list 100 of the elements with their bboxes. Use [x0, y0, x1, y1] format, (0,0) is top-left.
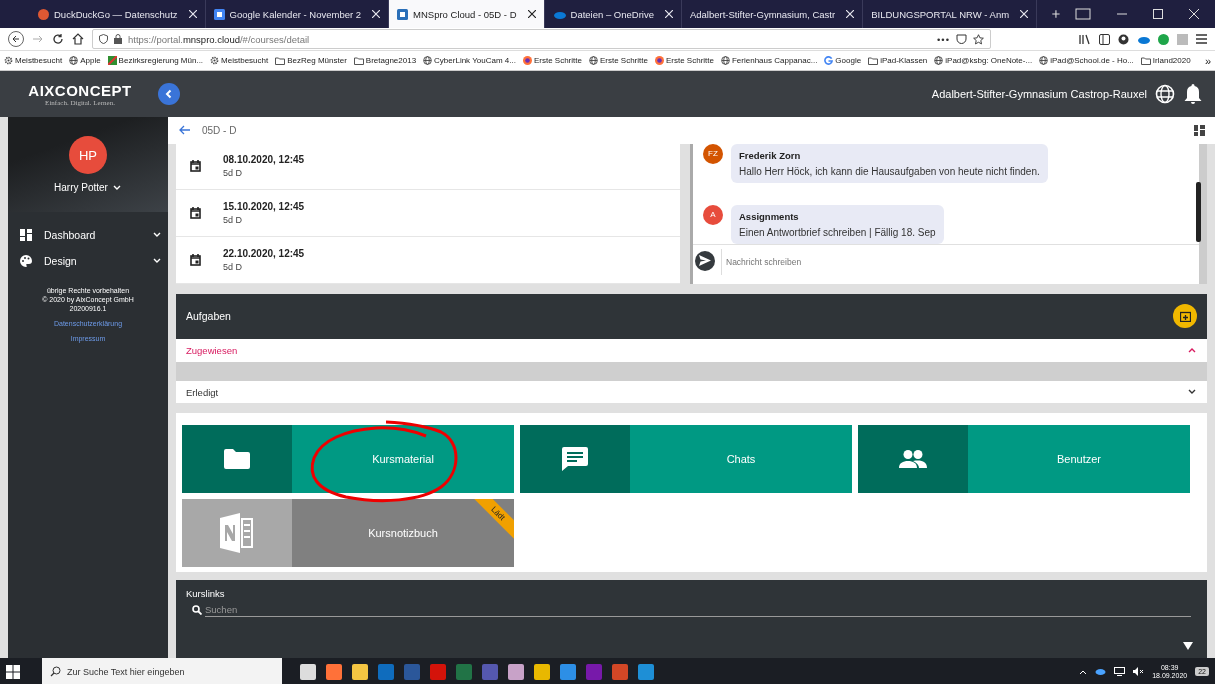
folder-icon — [353, 56, 364, 65]
maximize-icon[interactable] — [1153, 9, 1163, 19]
event-group: 5d D — [223, 168, 305, 179]
bookmark-link[interactable]: Google — [824, 56, 862, 65]
firefox-logo-icon — [522, 56, 532, 65]
more-bookmarks-button[interactable]: » — [1204, 54, 1211, 67]
network-icon[interactable] — [1114, 667, 1126, 676]
bookmark-link[interactable]: Bretagne2013 — [353, 56, 417, 65]
course-tile[interactable]: Kursmaterial — [182, 425, 514, 494]
message-author: Frederik Zorn — [739, 149, 802, 161]
sender-avatar: FZ — [703, 143, 723, 164]
bookmark-link[interactable]: iPad@ksbg: OneNote-... — [934, 56, 1033, 65]
back-arrow-icon — [178, 125, 190, 136]
app-icon[interactable] — [560, 663, 576, 680]
app-icon[interactable] — [508, 663, 524, 680]
palette-icon — [20, 255, 32, 267]
account-icon[interactable] — [1118, 33, 1129, 45]
browser-tab[interactable]: DuckDuckGo — Datenschutz — [30, 0, 206, 28]
duck-logo-icon — [38, 8, 49, 20]
globe-icon — [720, 56, 730, 65]
send-button[interactable] — [695, 250, 715, 271]
close-icon[interactable] — [527, 10, 536, 18]
message-author: Assignments — [739, 210, 800, 222]
chevron-up-icon[interactable] — [1079, 668, 1088, 675]
message-text: Hallo Herr Höck, ich kann die Hausaufgaben von heute nicht finden. — [739, 165, 1040, 177]
collapse-sidebar-button[interactable] — [158, 83, 180, 105]
course-tile[interactable]: Chats — [520, 425, 852, 494]
pocket-icon[interactable] — [956, 34, 967, 44]
course-links-title: Kurslinks — [186, 588, 226, 600]
globe-icon[interactable] — [1155, 84, 1175, 104]
calendar-icon — [213, 8, 225, 20]
app-icon[interactable] — [352, 663, 368, 680]
search-icon — [50, 666, 61, 677]
message-text: Einen Antwortbrief schreiben | Fällig 18. Sep — [739, 226, 936, 238]
calendar-icon — [190, 207, 201, 220]
task-section-header[interactable]: Zugewiesen — [176, 339, 1207, 362]
globe-icon — [1039, 56, 1049, 65]
bookmark-link[interactable]: Irland2020 — [1140, 56, 1191, 65]
speaker-muted-icon[interactable] — [1133, 667, 1145, 676]
bookmark-link[interactable]: Erste Schritte — [654, 56, 714, 65]
bell-icon[interactable] — [1183, 83, 1203, 105]
dropdown-arrow-icon[interactable] — [1183, 642, 1193, 650]
address-bar[interactable]: https://portal.mnspro.cloud/#/courses/detail ••• — [92, 29, 991, 49]
home-icon[interactable] — [72, 33, 84, 45]
app-icon[interactable] — [534, 663, 550, 680]
bookmark-link[interactable]: Erste Schritte — [522, 56, 582, 65]
search-field[interactable]: Suchen — [205, 603, 1191, 618]
sender-avatar: A — [703, 204, 723, 225]
taskbar-search-field[interactable]: Zur Suche Text hier eingeben — [42, 658, 282, 684]
library-icon[interactable] — [1079, 33, 1091, 45]
bookmark-link[interactable]: Ferienhaus Cappanac... — [720, 56, 818, 65]
add-task-button[interactable] — [1173, 304, 1197, 329]
reload-icon[interactable] — [52, 33, 64, 45]
chat-bubble-icon — [562, 447, 588, 472]
bookmark-link[interactable]: CyberLink YouCam 4... — [423, 56, 516, 65]
app-icon[interactable] — [300, 663, 316, 680]
calendar-icon — [190, 160, 201, 173]
folder-icon — [275, 56, 286, 65]
browser-tab[interactable]: Adalbert-Stifter-Gymnasium, Castr — [681, 0, 864, 28]
cloud-icon[interactable] — [1095, 668, 1107, 675]
bookmark-link[interactable]: Apple — [69, 56, 101, 65]
dashboard-icon — [20, 229, 32, 241]
scrollbar-thumb[interactable] — [1196, 181, 1201, 242]
bookmark-link[interactable]: Bezirksregierung Mün... — [107, 56, 204, 65]
bookmark-link[interactable]: iPad@School.de - Ho... — [1039, 56, 1134, 65]
user-menu[interactable]: Harry Potter — [54, 182, 122, 193]
folder-icon — [1140, 56, 1151, 65]
app-icon[interactable] — [326, 663, 342, 680]
cloud-icon — [552, 9, 566, 19]
bookmark-link[interactable]: Meistbesucht — [4, 56, 63, 65]
course-tile[interactable]: Benutzer — [858, 425, 1190, 494]
globe-icon — [588, 56, 598, 65]
task-section-header[interactable]: Erledigt — [176, 380, 1207, 404]
browser-tab[interactable]: Dateien – OneDrive — [544, 0, 682, 28]
bookmark-link[interactable]: BezReg Münster — [275, 56, 347, 65]
menu-icon[interactable] — [1196, 34, 1207, 44]
bookmark-link[interactable]: Meistbesucht — [210, 56, 269, 65]
back-button[interactable] — [178, 125, 190, 136]
calendar-icon — [190, 253, 201, 266]
browser-tab[interactable]: BILDUNGSPORTAL NRW - Anm — [863, 0, 1038, 28]
bookmark-link[interactable]: iPad-Klassen — [868, 56, 928, 65]
bookmark-link[interactable]: Erste Schritte — [588, 56, 648, 65]
send-icon — [699, 255, 711, 267]
star-icon[interactable] — [973, 33, 984, 45]
browser-tab[interactable]: MNSpro Cloud - 05D - D — [389, 0, 545, 28]
event-group: 5d D — [223, 215, 305, 226]
firefox-logo-icon — [654, 56, 664, 65]
sidebar-item[interactable]: Dashboard — [8, 222, 168, 248]
course-title: 05D - D — [202, 124, 237, 136]
window-restore-icon[interactable] — [1075, 8, 1091, 20]
grid-layout-icon[interactable] — [1194, 124, 1205, 136]
globe-icon — [69, 56, 79, 65]
page-actions-menu[interactable]: ••• — [937, 33, 950, 45]
cloud-icon[interactable] — [1137, 34, 1150, 44]
globe-icon — [423, 56, 433, 65]
folder-icon — [868, 56, 879, 65]
sidebar-icon[interactable] — [1099, 33, 1110, 45]
notebook-icon — [220, 513, 254, 554]
sidebar-item[interactable]: Design — [8, 248, 168, 274]
add-icon — [1179, 310, 1191, 322]
